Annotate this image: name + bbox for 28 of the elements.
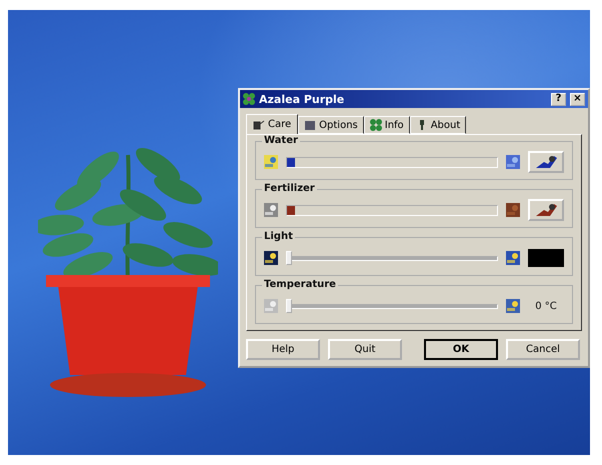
pour-button[interactable] xyxy=(528,151,564,173)
group-title: Light xyxy=(262,231,295,242)
sun-cloud-icon xyxy=(506,251,520,265)
tab[interactable]: Options xyxy=(298,116,364,134)
slider-thumb[interactable] xyxy=(286,299,292,313)
dialog-button[interactable]: Help xyxy=(246,339,320,360)
temperature-reading: 0 °C xyxy=(534,300,558,312)
slider-thumb[interactable] xyxy=(286,251,292,265)
dialog-button[interactable]: OK xyxy=(424,339,498,360)
tab[interactable]: Info xyxy=(364,116,410,134)
slider[interactable] xyxy=(286,299,498,313)
clover-icon xyxy=(370,119,382,131)
group-title: Fertilizer xyxy=(262,183,317,194)
tab[interactable]: About xyxy=(410,116,466,134)
color-swatch xyxy=(528,249,564,267)
window-title: Azalea Purple xyxy=(259,92,346,106)
slider[interactable] xyxy=(286,251,498,265)
tab[interactable]: Care xyxy=(246,114,298,134)
moon-icon xyxy=(264,251,278,265)
close-button[interactable]: × xyxy=(570,92,585,106)
sun-icon xyxy=(506,299,520,313)
dialog-button[interactable]: Quit xyxy=(328,339,402,360)
group-title: Water xyxy=(262,135,300,146)
dialog-button[interactable]: Cancel xyxy=(506,339,580,360)
flower-icon xyxy=(243,93,255,105)
help-button[interactable]: ? xyxy=(551,92,566,106)
group-title: Temperature xyxy=(262,279,338,290)
pour-button[interactable] xyxy=(528,199,564,221)
